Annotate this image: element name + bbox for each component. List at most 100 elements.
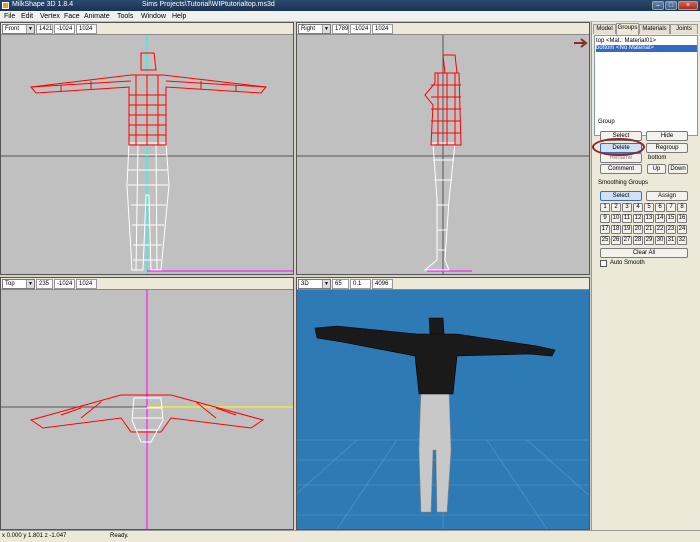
tab-joints[interactable]: Joints (670, 24, 698, 34)
tab-materials[interactable]: Materials (639, 24, 670, 34)
coordinates-readout: x 0.000 y 1.801 z -1.047 (2, 533, 67, 539)
tool-panel: Model Groups Materials Joints top <Mat.:… (591, 22, 700, 530)
smoothing-group-11-button[interactable]: 11 (622, 214, 632, 223)
chevron-down-icon: ▼ (322, 280, 330, 288)
view-select[interactable]: 3D ▼ (298, 279, 331, 289)
smoothing-group-26-button[interactable]: 26 (611, 236, 621, 245)
smoothing-group-9-button[interactable]: 9 (600, 214, 610, 223)
smoothing-group-18-button[interactable]: 18 (611, 225, 621, 234)
far-field[interactable]: 4096 (372, 279, 393, 289)
list-item[interactable]: top <Mat.: Material01> (596, 38, 656, 45)
smoothing-group-27-button[interactable]: 27 (622, 236, 632, 245)
min-field[interactable]: -1024 (54, 279, 75, 289)
hide-button[interactable]: Hide (646, 131, 688, 141)
regroup-button[interactable]: Regroup (646, 143, 688, 153)
zoom-field[interactable]: 1421 (36, 24, 53, 34)
tab-model[interactable]: Model (593, 24, 616, 34)
minimize-button[interactable]: – (652, 1, 664, 10)
menu-vertex[interactable]: Vertex (40, 13, 60, 20)
smoothing-group-25-button[interactable]: 25 (600, 236, 610, 245)
smoothing-select-button[interactable]: Select (600, 191, 642, 201)
3d-view-canvas[interactable] (297, 290, 589, 529)
maximize-button[interactable]: □ (665, 1, 677, 10)
up-button[interactable]: Up (647, 164, 666, 174)
smoothing-group-14-button[interactable]: 14 (655, 214, 665, 223)
smoothing-group-24-button[interactable]: 24 (677, 225, 687, 234)
zoom-field[interactable]: 235 (36, 279, 53, 289)
smoothing-group-15-button[interactable]: 15 (666, 214, 676, 223)
min-field[interactable]: -1024 (54, 24, 75, 34)
right-view-canvas[interactable] (297, 35, 589, 274)
menu-window[interactable]: Window (141, 13, 166, 20)
smoothing-group-10-button[interactable]: 10 (611, 214, 621, 223)
menu-face[interactable]: Face (64, 13, 80, 20)
panel-tabs: Model Groups Materials Joints (593, 23, 699, 35)
smoothing-group-3-button[interactable]: 3 (622, 203, 632, 212)
comment-button[interactable]: Comment (600, 164, 642, 174)
smoothing-group-28-button[interactable]: 28 (633, 236, 643, 245)
3d-viewport[interactable]: 3D ▼ 65 0.1 4096 (296, 277, 590, 530)
viewport-toolbar: Right ▼ 1789 -1024 1024 (297, 23, 589, 35)
auto-smooth-checkbox[interactable] (600, 260, 607, 267)
smoothing-group-20-button[interactable]: 20 (633, 225, 643, 234)
clear-all-button[interactable]: Clear All (600, 248, 688, 258)
chevron-down-icon: ▼ (26, 25, 34, 33)
max-field[interactable]: 1024 (76, 24, 97, 34)
annotation-circle (592, 138, 645, 156)
smoothing-group-12-button[interactable]: 12 (633, 214, 643, 223)
min-field[interactable]: -1024 (350, 24, 371, 34)
smoothing-group-23-button[interactable]: 23 (666, 225, 676, 234)
smoothing-group-13-button[interactable]: 13 (644, 214, 654, 223)
close-button[interactable]: × (678, 1, 698, 10)
smoothing-group-29-button[interactable]: 29 (644, 236, 654, 245)
smoothing-group-2-button[interactable]: 2 (611, 203, 621, 212)
smoothing-group-4-button[interactable]: 4 (633, 203, 643, 212)
view-select[interactable]: Front ▼ (2, 24, 35, 34)
top-viewport[interactable]: Top ▼ 235 -1024 1024 (0, 277, 294, 530)
fov-field[interactable]: 65 (332, 279, 349, 289)
view-select[interactable]: Right ▼ (298, 24, 331, 34)
title-bar: MilkShape 3D 1.8.4 Sims Projects\Tutoria… (0, 0, 700, 11)
tab-groups[interactable]: Groups (616, 23, 639, 35)
view-select[interactable]: Top ▼ (2, 279, 35, 289)
chevron-down-icon: ▼ (26, 280, 34, 288)
group-name-field[interactable]: bottom (648, 155, 666, 161)
auto-smooth-label: Auto Smooth (610, 260, 645, 266)
view-select-label: Top (5, 281, 15, 287)
smoothing-group-19-button[interactable]: 19 (622, 225, 632, 234)
menu-help[interactable]: Help (172, 13, 186, 20)
wireframe-top (30, 52, 267, 146)
smoothing-group-22-button[interactable]: 22 (655, 225, 665, 234)
smoothing-group-7-button[interactable]: 7 (666, 203, 676, 212)
smoothing-group-32-button[interactable]: 32 (677, 236, 687, 245)
front-viewport[interactable]: Front ▼ 1421 -1024 1024 (0, 22, 294, 275)
near-field[interactable]: 0.1 (350, 279, 371, 289)
list-item[interactable]: bottom <No Material> (596, 45, 697, 52)
smoothing-group-8-button[interactable]: 8 (677, 203, 687, 212)
down-button[interactable]: Down (668, 164, 688, 174)
menu-file[interactable]: File (4, 13, 15, 20)
smoothing-group-31-button[interactable]: 31 (666, 236, 676, 245)
viewport-toolbar: Front ▼ 1421 -1024 1024 (1, 23, 293, 35)
menu-tools[interactable]: Tools (117, 13, 133, 20)
menu-bar: File Edit Vertex Face Animate Tools Wind… (0, 11, 700, 22)
max-field[interactable]: 1024 (76, 279, 97, 289)
view-select-label: Right (301, 26, 316, 32)
smoothing-group-21-button[interactable]: 21 (644, 225, 654, 234)
smoothing-group-5-button[interactable]: 5 (644, 203, 654, 212)
menu-animate[interactable]: Animate (84, 13, 110, 20)
smoothing-group-16-button[interactable]: 16 (677, 214, 687, 223)
smoothing-group-17-button[interactable]: 17 (600, 225, 610, 234)
app-icon (2, 2, 9, 9)
top-view-canvas[interactable] (1, 290, 293, 529)
smoothing-group-30-button[interactable]: 30 (655, 236, 665, 245)
menu-edit[interactable]: Edit (21, 13, 33, 20)
document-title: Sims Projects\Tutorial\WIPtutorialtop.ms… (142, 1, 275, 8)
assign-button[interactable]: Assign (646, 191, 688, 201)
smoothing-group-1-button[interactable]: 1 (600, 203, 610, 212)
max-field[interactable]: 1024 (372, 24, 393, 34)
front-view-canvas[interactable] (1, 35, 293, 274)
smoothing-group-6-button[interactable]: 6 (655, 203, 665, 212)
zoom-field[interactable]: 1789 (332, 24, 349, 34)
right-viewport[interactable]: Right ▼ 1789 -1024 1024 (296, 22, 590, 275)
